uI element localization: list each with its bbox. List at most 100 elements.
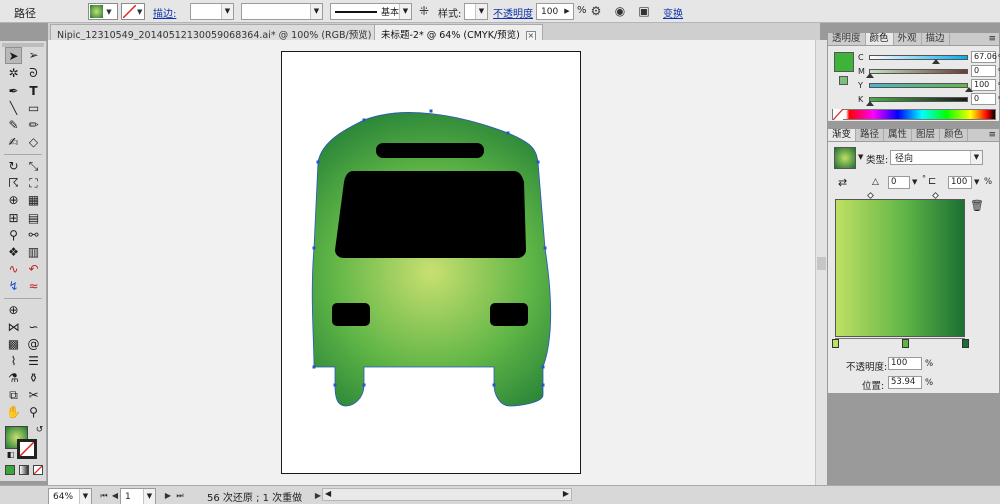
chevron-down-icon[interactable]: ▼	[221, 4, 233, 19]
chevron-right-icon[interactable]: ▶	[561, 4, 573, 19]
zigzag-tool-icon[interactable]: ↯	[5, 278, 22, 295]
bus-artwork[interactable]	[48, 40, 815, 485]
anchor-point[interactable]	[333, 383, 337, 387]
slider-knob[interactable]	[866, 72, 874, 78]
yellow-slider[interactable]	[869, 82, 973, 92]
tab-pathfinder[interactable]: 路径	[856, 129, 885, 141]
current-fill-swatch[interactable]	[834, 52, 854, 72]
scrollbar-thumb[interactable]	[817, 257, 826, 270]
chevron-down-icon[interactable]: ▼	[970, 151, 982, 164]
anchor-point[interactable]	[492, 383, 496, 387]
delete-stop-icon[interactable]: 🗑	[970, 199, 984, 212]
eraser-tool-icon[interactable]: ◇	[25, 134, 42, 151]
out-of-gamut-icon[interactable]	[839, 76, 848, 85]
magenta-value[interactable]: 0	[971, 65, 996, 77]
gradient-type-dropdown[interactable]: 径向 ▼	[890, 150, 983, 165]
direct-selection-tool-icon[interactable]: ➢	[25, 47, 42, 64]
graphic-style-dropdown[interactable]: ▼	[464, 3, 488, 20]
shape-builder-tool-icon[interactable]: ⊕	[5, 192, 22, 209]
none-mode-button[interactable]	[33, 465, 43, 475]
tab-document-2[interactable]: 未标题-2* @ 64% (CMYK/预览) ×	[374, 24, 543, 41]
curve-tool-icon[interactable]: ∿	[5, 261, 22, 278]
chevron-down-icon[interactable]: ▼	[974, 178, 979, 186]
stroke-color-button[interactable]: ▼	[121, 3, 145, 20]
panel-menu-icon[interactable]: ≡	[985, 129, 999, 141]
anchor-point[interactable]	[316, 160, 320, 164]
anchor-point[interactable]	[543, 246, 547, 250]
column-graph-tool-icon[interactable]: ▥	[25, 244, 42, 261]
opacity-field[interactable]: 100 ▶	[536, 3, 574, 20]
close-icon[interactable]: ×	[525, 30, 536, 41]
blend-tool-icon[interactable]: ⚯	[25, 227, 42, 244]
chevron-down-icon[interactable]: ▼	[912, 178, 917, 186]
anchor-point[interactable]	[541, 383, 545, 387]
gradient-tool-icon[interactable]: ▤	[25, 210, 42, 227]
midpoint-diamond[interactable]	[931, 191, 939, 200]
paintbrush-tool-icon[interactable]: ✎	[5, 117, 22, 134]
tab-color-2[interactable]: 颜色	[940, 129, 969, 141]
cyan-slider[interactable]	[869, 54, 968, 64]
selection-tool-icon[interactable]: ➤	[5, 47, 22, 64]
arc-tool-icon[interactable]: ↶	[25, 261, 42, 278]
pen-tool-icon[interactable]: ✒	[5, 83, 22, 100]
wave-tool-icon[interactable]: ≈	[25, 278, 42, 295]
fill-color-button[interactable]: ▼	[88, 3, 118, 20]
eyedropper-tool-icon[interactable]: ⚲	[5, 227, 22, 244]
cyan-value[interactable]: 67.06	[971, 51, 997, 63]
reverse-gradient-icon[interactable]: ⇄	[838, 176, 847, 189]
color-spectrum-bar[interactable]	[832, 109, 996, 120]
artboard-number-dropdown[interactable]: 1 ▼	[120, 488, 156, 504]
gradient-preview[interactable]	[835, 199, 965, 337]
gradient-slider-bar[interactable]	[835, 338, 965, 339]
variable-width-icon[interactable]: ⁜	[416, 3, 432, 19]
swap-colors-icon[interactable]: ↺	[31, 422, 48, 439]
gradient-stop[interactable]	[831, 339, 839, 348]
slider-knob[interactable]	[866, 100, 874, 106]
isolate-icon[interactable]: ◉	[612, 3, 628, 19]
magic-wand-tool-icon[interactable]: ✲	[5, 65, 22, 82]
midpoint-diamond[interactable]	[866, 191, 874, 200]
mesh-tool-icon[interactable]: ⊞	[5, 210, 22, 227]
chevron-down-icon[interactable]: ▼	[858, 153, 863, 161]
chevron-left-icon[interactable]: ◀	[325, 489, 331, 498]
line-tool-icon[interactable]: ╲	[5, 100, 22, 117]
chevron-down-icon[interactable]: ▼	[79, 489, 91, 504]
tab-layers[interactable]: 图层	[912, 129, 941, 141]
none-swatch-icon[interactable]	[833, 109, 843, 120]
panel-menu-icon[interactable]: ≡	[985, 33, 999, 45]
rectangle-tool-icon[interactable]: ▭	[25, 100, 42, 117]
scribble-tool-icon[interactable]: ⌇	[5, 353, 22, 370]
anchor-point[interactable]	[536, 160, 540, 164]
stop-opacity-field[interactable]: 100	[888, 357, 922, 370]
rotate-tool-icon[interactable]: ↻	[5, 158, 22, 175]
slider-knob[interactable]	[932, 58, 941, 64]
horizontal-scrollbar[interactable]: ◀ ▶	[322, 488, 572, 501]
magenta-slider[interactable]	[866, 68, 968, 78]
color-mode-button[interactable]	[5, 465, 15, 475]
anchor-point[interactable]	[362, 118, 366, 122]
anchor-point[interactable]	[312, 365, 316, 369]
recolor-artwork-icon[interactable]: ⚙	[588, 3, 604, 19]
last-artboard-icon[interactable]: ⏭	[172, 488, 188, 504]
stop-location-field[interactable]: 53.94	[888, 376, 922, 389]
hand-tool-icon[interactable]: ✋	[5, 404, 22, 421]
distort-tool-icon[interactable]: ∽	[25, 319, 42, 336]
stroke-weight-field[interactable]: ▼	[190, 3, 234, 20]
grid-tool-icon[interactable]: ▩	[5, 336, 22, 353]
chevron-down-icon[interactable]: ▼	[475, 4, 487, 19]
free-transform-tool-icon[interactable]: ⛶	[25, 175, 42, 192]
tab-stroke[interactable]: 描边	[922, 33, 950, 45]
chevron-down-icon[interactable]: ▼	[399, 4, 411, 19]
brush-definition-dropdown[interactable]: ▼	[241, 3, 323, 20]
gradient-angle-field[interactable]: 0	[888, 176, 910, 189]
default-colors-icon[interactable]: ◧	[2, 446, 19, 463]
opacity-link[interactable]: 不透明度	[493, 5, 533, 20]
zoom-dropdown[interactable]: 64% ▼	[48, 488, 92, 504]
slice-tool-icon[interactable]: ✂	[25, 387, 42, 404]
tab-gradient[interactable]: 渐变	[828, 129, 857, 141]
symbol-sprayer-tool-icon[interactable]: ❖	[5, 244, 22, 261]
tab-document-1[interactable]: Nipic_12310549_20140512130059068364.ai* …	[50, 24, 395, 41]
anchor-point[interactable]	[312, 246, 316, 250]
tab-color[interactable]: 颜色	[865, 33, 894, 45]
chevron-down-icon[interactable]: ▼	[143, 489, 155, 504]
